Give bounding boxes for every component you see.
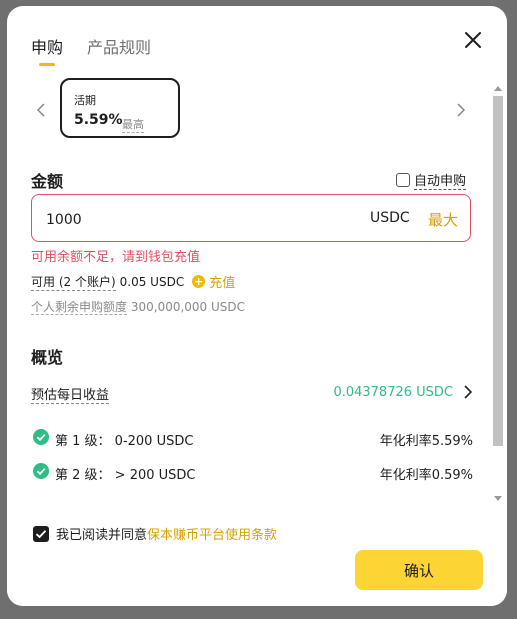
chevron-left-icon[interactable] [35,102,47,118]
auto-subscribe-label: 自动申购 [414,170,467,190]
check-circle-icon [33,463,49,479]
scroll-down-icon[interactable] [494,496,502,501]
close-icon[interactable] [463,30,483,50]
agreement-row[interactable]: 我已阅读并同意 保本赚币平台使用条款 [33,524,277,543]
terms-link[interactable]: 保本赚币平台使用条款 [147,524,277,543]
confirm-button[interactable]: 确认 [355,550,483,590]
tier-row: 第 1 级： 0-200 USDC 年化利率5.59% [33,428,473,449]
check-circle-icon [33,429,49,445]
daily-earnings-value: 0.04378726 USDC [333,385,453,400]
scrollbar[interactable] [493,86,503,504]
available-balance-row: 可用 (2 个账户) 0.05 USDC + 充值 [31,272,235,291]
max-button[interactable]: 最大 [428,209,458,230]
tab-product-rules[interactable]: 产品规则 [87,34,151,66]
auto-subscribe-toggle[interactable]: 自动申购 [396,170,467,190]
tier-row: 第 2 级： > 200 USDC 年化利率0.59% [33,462,473,483]
available-label[interactable]: 可用 (2 个账户) [31,273,116,291]
chevron-right-icon[interactable] [455,102,467,118]
balance-error: 可用余额不足，请到钱包充值 [31,250,201,265]
tab-subscribe[interactable]: 申购 [31,34,63,66]
quota-row: 个人剩余申购额度 300,000,000 USDC [31,298,245,315]
term-max-tag: 最高 [122,118,144,133]
scrollbar-thumb[interactable] [493,96,503,446]
term-card-flexible[interactable]: 活期 5.59% 最高 [60,78,180,138]
amount-label: 金额 [31,172,64,191]
chevron-right-icon[interactable] [463,385,473,399]
available-value: 0.05 USDC [119,274,185,289]
overview-title: 概览 [31,348,64,367]
daily-earnings-row[interactable]: 预估每日收益 0.04378726 USDC [31,382,473,404]
scroll-up-icon[interactable] [494,86,502,91]
quota-label: 个人剩余申购额度 [31,300,128,315]
tier-label: 第 2 级： > 200 USDC [55,468,196,483]
tier-rate: 年化利率0.59% [379,468,473,483]
subscribe-modal: 申购 产品规则 活期 5.59% 最高 金额 自动申购 USDC 最大 可用余额… [7,6,507,606]
tier-label: 第 1 级： 0-200 USDC [55,434,194,449]
amount-input[interactable] [44,207,348,233]
daily-earnings-label: 预估每日收益 [31,384,110,404]
currency-label: USDC [370,210,410,226]
modal-footer: 我已阅读并同意 保本赚币平台使用条款 确认 [7,508,507,606]
amount-field: USDC 最大 [31,194,471,242]
plus-circle-icon[interactable]: + [192,275,206,288]
agreement-checkbox[interactable] [33,525,49,542]
auto-subscribe-checkbox[interactable] [396,173,410,187]
term-rate: 5.59% [74,112,123,128]
tab-bar: 申购 产品规则 [31,34,151,66]
term-label: 活期 [74,94,96,107]
agreement-text: 我已阅读并同意 [56,528,148,543]
quota-value: 300,000,000 USDC [130,300,246,314]
check-icon [35,529,47,538]
recharge-link[interactable]: 充值 [209,272,235,291]
tier-rate: 年化利率5.59% [379,434,473,449]
